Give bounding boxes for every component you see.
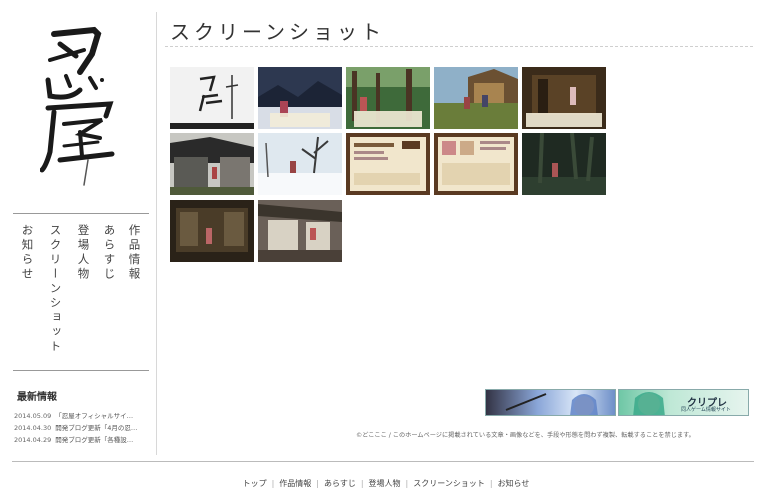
sidebar-item-characters[interactable]: 登場人物 <box>77 224 91 282</box>
screenshot-thumbnail[interactable] <box>170 200 254 262</box>
nav-divider-bottom <box>13 370 149 371</box>
news-date: 2014.04.30 <box>14 424 52 432</box>
screenshot-thumbnail[interactable] <box>258 133 342 195</box>
footer-separator: | <box>489 479 493 488</box>
banner-art <box>505 393 598 415</box>
news-text: 開発ブログ更新「4月の忍… <box>55 424 138 432</box>
screenshot-thumbnail[interactable] <box>346 133 430 195</box>
footer-link-top[interactable]: トップ <box>243 479 267 488</box>
title-divider <box>165 46 753 47</box>
screenshot-thumbnail[interactable] <box>522 133 606 195</box>
screenshot-thumbnail[interactable] <box>522 67 606 129</box>
site-logo[interactable] <box>40 20 120 190</box>
news-item[interactable]: 2014.04.30 開発ブログ更新「4月の忍… <box>14 422 152 434</box>
news-date: 2014.05.09 <box>14 412 52 420</box>
sidebar-divider <box>156 12 157 455</box>
screenshot-thumbnail[interactable] <box>434 133 518 195</box>
page-title: スクリーンショット <box>170 20 385 44</box>
footer-nav: トップ | 作品情報 | あらすじ | 登場人物 | スクリーンショット | お知らせ <box>0 478 772 489</box>
logo-brush-art <box>40 26 115 186</box>
footer-link-screenshots[interactable]: スクリーンショット <box>413 479 485 488</box>
news-date: 2014.04.29 <box>14 436 52 444</box>
sidebar-item-story[interactable]: あらすじ <box>103 224 117 282</box>
screenshot-thumbnail[interactable] <box>258 67 342 129</box>
banner-link-kuripure[interactable]: クリプレ 同人ゲーム情報サイト <box>618 389 749 416</box>
sidebar-item-works[interactable]: 作品情報 <box>128 224 142 282</box>
news-item[interactable]: 2014.04.29 開発ブログ更新「各種設… <box>14 434 152 446</box>
sidebar-item-screenshots[interactable]: スクリーンショット <box>49 224 63 355</box>
sidebar: 作品情報 あらすじ 登場人物 スクリーンショット お知らせ 最新情報 2014.… <box>0 0 157 455</box>
nav-divider-top <box>13 213 149 214</box>
footer-separator: | <box>405 479 409 488</box>
screenshot-thumbnail[interactable] <box>258 200 342 262</box>
news-heading: 最新情報 <box>17 392 57 403</box>
screenshot-thumbnail[interactable] <box>346 67 430 129</box>
banner-link[interactable] <box>485 389 616 416</box>
screenshot-thumbnail[interactable] <box>170 133 254 195</box>
banner-subtitle: 同人ゲーム情報サイト <box>681 407 731 413</box>
news-list: 2014.05.09 「忍屋オフィシャルサイ… 2014.04.30 開発ブログ更新… <box>14 410 152 446</box>
screenshot-thumbnail[interactable] <box>434 67 518 129</box>
footer-divider <box>12 461 754 462</box>
footer-separator: | <box>360 479 364 488</box>
footer-separator: | <box>316 479 319 488</box>
footer-link-news[interactable]: お知らせ <box>498 479 530 488</box>
sidebar-item-news[interactable]: お知らせ <box>21 224 35 282</box>
screenshot-thumbnail[interactable] <box>170 67 254 129</box>
news-text: 開発ブログ更新「各種設… <box>55 436 134 444</box>
news-text: 「忍屋オフィシャルサイ… <box>55 412 134 420</box>
footer-separator: | <box>271 479 275 488</box>
footer-link-story[interactable]: あらすじ <box>324 479 356 488</box>
footer-link-characters[interactable]: 登場人物 <box>369 479 401 488</box>
copyright-notice: ©どこここ / このホームページに掲載されている文章・画像などを、手段や形態を問… <box>356 432 695 439</box>
footer-link-works[interactable]: 作品情報 <box>279 479 311 488</box>
news-item[interactable]: 2014.05.09 「忍屋オフィシャルサイ… <box>14 410 152 422</box>
